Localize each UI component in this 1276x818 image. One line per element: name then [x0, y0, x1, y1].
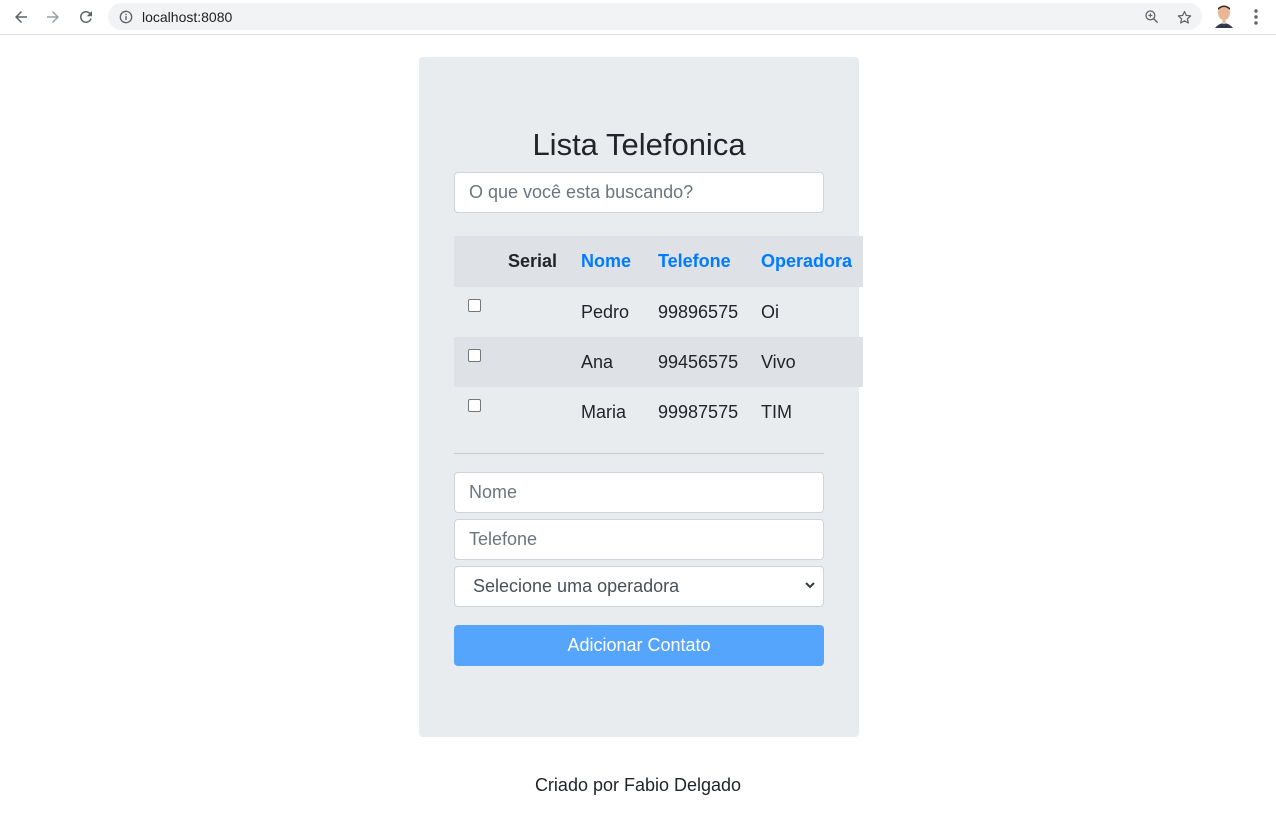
header-operadora[interactable]: Operadora [761, 236, 863, 287]
header-select [454, 236, 508, 287]
nome-cell: Maria [581, 401, 627, 422]
telefone-cell: 99456575 [658, 351, 739, 372]
reload-icon [80, 11, 92, 23]
phonebook-card: Lista Telefonica Serial Nome Telefone Op… [419, 57, 863, 737]
operadora-selected-value: Selecione uma operadora [473, 576, 680, 596]
sort-nome-link[interactable]: Nome [581, 251, 631, 271]
row-checkbox[interactable] [468, 348, 481, 362]
row-checkbox[interactable] [468, 398, 481, 412]
table-row: Pedro 99896575 Oi [454, 287, 863, 337]
serial-cell [508, 337, 581, 387]
zoom-icon[interactable] [1142, 7, 1162, 27]
contacts-table: Serial Nome Telefone Operadora Pedro 998… [454, 236, 863, 437]
row-checkbox[interactable] [468, 298, 481, 312]
reload-button[interactable] [73, 4, 99, 30]
sort-telefone-link[interactable]: Telefone [658, 251, 731, 271]
search-input[interactable] [454, 172, 824, 213]
telefone-cell: 99896575 [658, 301, 739, 322]
browser-toolbar: localhost:8080 [0, 0, 1276, 35]
back-button[interactable] [8, 4, 34, 30]
arrow-left-icon [15, 11, 27, 23]
arrow-right-icon [47, 11, 59, 23]
address-bar[interactable]: localhost:8080 [108, 3, 1202, 30]
info-icon[interactable] [118, 9, 134, 25]
operadora-cell: Vivo [761, 351, 796, 372]
operadora-cell: Oi [761, 301, 779, 322]
footer-credit: Criado por Fabio Delgado [534, 775, 742, 795]
table-row: Ana 99456575 Vivo [454, 337, 863, 387]
header-nome[interactable]: Nome [581, 236, 658, 287]
operadora-select[interactable]: Selecione uma operadora [454, 566, 824, 607]
page-title: Lista Telefonica [532, 127, 746, 162]
more-vert-icon [1254, 9, 1258, 25]
serial-cell [508, 287, 581, 337]
divider [454, 453, 824, 454]
operadora-cell: TIM [761, 401, 792, 422]
table-row: Maria 99987575 TIM [454, 387, 863, 437]
serial-cell [508, 387, 581, 437]
profile-avatar[interactable] [1213, 4, 1235, 28]
header-serial: Serial [508, 251, 558, 271]
nome-cell: Pedro [581, 301, 630, 322]
header-telefone[interactable]: Telefone [658, 236, 761, 287]
nome-field[interactable] [454, 472, 824, 513]
forward-button[interactable] [40, 4, 66, 30]
telefone-cell: 99987575 [658, 401, 739, 422]
menu-button[interactable] [1246, 6, 1266, 28]
sort-operadora-link[interactable]: Operadora [761, 251, 852, 271]
add-contact-button[interactable]: Adicionar Contato [454, 625, 824, 666]
nome-cell: Ana [581, 351, 614, 372]
star-icon[interactable] [1174, 7, 1194, 27]
url-text: localhost:8080 [142, 8, 233, 25]
table-header-row: Serial Nome Telefone Operadora [454, 236, 863, 287]
telefone-field[interactable] [454, 519, 824, 560]
